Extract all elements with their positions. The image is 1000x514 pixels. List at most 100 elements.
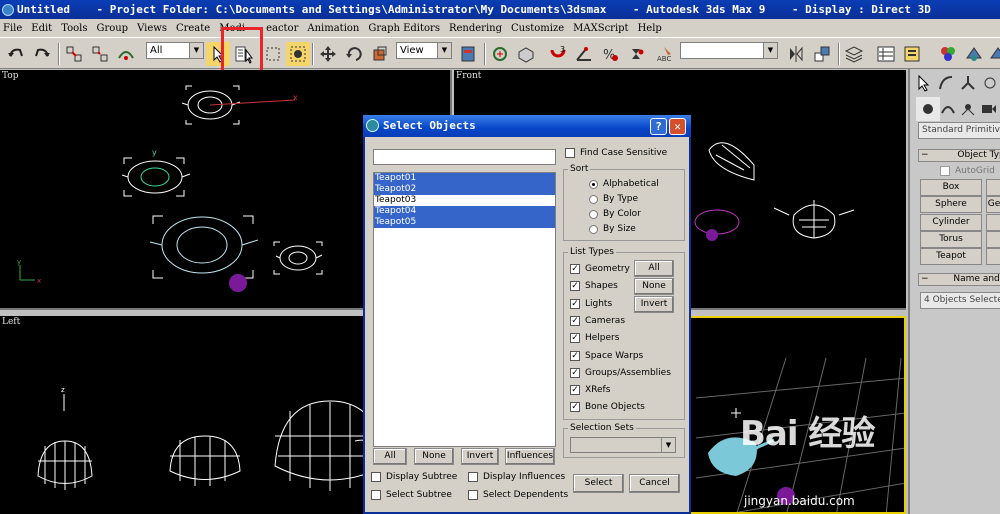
- selected-objects-field[interactable]: 4 Objects Selected: [920, 292, 1000, 309]
- plane-button[interactable]: [986, 248, 1000, 265]
- menu-graph-editors[interactable]: Graph Editors: [365, 23, 446, 34]
- window-crossing-icon[interactable]: [286, 42, 310, 66]
- list-item[interactable]: Teapot03: [374, 195, 555, 206]
- cameras-category-icon[interactable]: [976, 97, 1000, 121]
- geometry-checkbox[interactable]: ✓ Geometry: [570, 264, 630, 274]
- menu-reactor[interactable]: eactor: [263, 23, 304, 34]
- tube-button[interactable]: [986, 214, 1000, 231]
- sort-by-type-radio[interactable]: By Type: [589, 194, 638, 204]
- list-item[interactable]: Teapot01: [374, 173, 555, 184]
- list-item[interactable]: Teapot05: [374, 217, 555, 228]
- menu-maxscript[interactable]: MAXScript: [570, 23, 634, 34]
- create-tab-icon[interactable]: [912, 71, 936, 95]
- menu-help[interactable]: Help: [635, 23, 668, 34]
- menu-create[interactable]: Create: [173, 23, 216, 34]
- list-types-all-button[interactable]: All: [634, 260, 674, 277]
- select-influences-button[interactable]: Influences: [505, 448, 555, 465]
- hierarchy-tab-icon[interactable]: [956, 71, 980, 95]
- teapot-button[interactable]: Teapot: [920, 248, 982, 265]
- list-types-invert-button[interactable]: Invert: [634, 296, 674, 313]
- reference-coordinate-dropdown[interactable]: View ▼: [396, 42, 452, 59]
- lights-checkbox[interactable]: ✓ Lights: [570, 299, 612, 309]
- menu-file[interactable]: File: [0, 23, 28, 34]
- redo-icon[interactable]: [30, 42, 54, 66]
- help-button[interactable]: ?: [650, 118, 667, 135]
- bind-to-space-warp-icon[interactable]: [114, 42, 138, 66]
- schematic-view-icon[interactable]: [900, 42, 924, 66]
- display-influences-checkbox[interactable]: Display Influences: [468, 472, 565, 482]
- torus-button[interactable]: Torus: [920, 231, 982, 248]
- select-none-button[interactable]: None: [414, 448, 454, 465]
- select-dependents-checkbox[interactable]: Select Dependents: [468, 490, 568, 500]
- keyboard-shortcut-override-icon[interactable]: [514, 42, 538, 66]
- xrefs-checkbox[interactable]: ✓ XRefs: [570, 385, 610, 395]
- 3dsmax-app-icon[interactable]: [2, 3, 14, 16]
- use-pivot-center-icon[interactable]: [456, 42, 480, 66]
- list-types-none-button[interactable]: None: [634, 278, 674, 295]
- menu-tools[interactable]: Tools: [58, 23, 93, 34]
- cylinder-button[interactable]: Cylinder: [920, 214, 982, 231]
- find-case-sensitive-checkbox[interactable]: Find Case Sensitive: [565, 148, 667, 158]
- edit-named-selection-icon[interactable]: ABC: [654, 42, 678, 66]
- align-icon[interactable]: [810, 42, 834, 66]
- sort-by-size-radio[interactable]: By Size: [589, 224, 636, 234]
- object-list[interactable]: Teapot01 Teapot02 Teapot03 Teapot04 Teap…: [373, 172, 556, 447]
- select-subtree-checkbox[interactable]: Select Subtree: [371, 490, 452, 500]
- sort-by-color-radio[interactable]: By Color: [589, 209, 641, 219]
- select-and-link-icon[interactable]: [62, 42, 86, 66]
- bone-objects-checkbox[interactable]: ✓ Bone Objects: [570, 402, 645, 412]
- snaps-toggle-icon[interactable]: 3: [546, 42, 570, 66]
- select-invert-button[interactable]: Invert: [461, 448, 499, 465]
- shapes-checkbox[interactable]: ✓ Shapes: [570, 281, 618, 291]
- object-category-dropdown[interactable]: Standard Primitives: [918, 122, 1000, 139]
- quick-render-icon[interactable]: [986, 42, 1000, 66]
- undo-icon[interactable]: [4, 42, 28, 66]
- selection-filter-dropdown[interactable]: All ▼: [146, 42, 204, 59]
- pyramid-button[interactable]: [986, 231, 1000, 248]
- region-selection-icon[interactable]: [261, 42, 285, 66]
- display-subtree-checkbox[interactable]: Display Subtree: [371, 472, 457, 482]
- layer-manager-icon[interactable]: [842, 42, 866, 66]
- menu-views[interactable]: Views: [134, 23, 173, 34]
- percent-snap-icon[interactable]: %: [598, 42, 622, 66]
- menu-animation[interactable]: Animation: [304, 23, 365, 34]
- modify-tab-icon[interactable]: [934, 71, 958, 95]
- unlink-selection-icon[interactable]: [88, 42, 112, 66]
- render-scene-icon[interactable]: [962, 42, 986, 66]
- sort-alphabetical-radio[interactable]: Alphabetical: [589, 179, 659, 189]
- motion-tab-icon[interactable]: [978, 71, 1000, 95]
- selection-sets-dropdown[interactable]: ▼: [570, 437, 676, 453]
- name-search-input[interactable]: [373, 149, 556, 165]
- spinner-snap-icon[interactable]: [624, 42, 648, 66]
- rollout-object-type[interactable]: − Object Typ: [918, 149, 1000, 162]
- menu-rendering[interactable]: Rendering: [446, 23, 508, 34]
- sphere-button[interactable]: Sphere: [920, 196, 982, 213]
- list-item[interactable]: Teapot04: [374, 206, 555, 217]
- box-button[interactable]: Box: [920, 179, 982, 196]
- helpers-checkbox[interactable]: ✓ Helpers: [570, 333, 619, 343]
- geosphere-button[interactable]: Ge: [986, 196, 1000, 213]
- angle-snap-icon[interactable]: [572, 42, 596, 66]
- select-button[interactable]: Select: [573, 474, 624, 493]
- select-and-manipulate-icon[interactable]: [488, 42, 512, 66]
- cone-button[interactable]: [986, 179, 1000, 196]
- space-warps-checkbox[interactable]: ✓ Space Warps: [570, 351, 643, 361]
- curve-editor-icon[interactable]: [874, 42, 898, 66]
- list-item[interactable]: Teapot02: [374, 184, 555, 195]
- menu-customize[interactable]: Customize: [508, 23, 570, 34]
- rollout-name-and-color[interactable]: − Name and C: [918, 273, 1000, 286]
- mirror-icon[interactable]: [784, 42, 808, 66]
- autogrid-checkbox[interactable]: AutoGrid: [940, 166, 995, 176]
- close-button[interactable]: ✕: [669, 118, 686, 135]
- groups-assemblies-checkbox[interactable]: ✓ Groups/Assemblies: [570, 368, 671, 378]
- material-editor-icon[interactable]: [936, 42, 960, 66]
- menu-group[interactable]: Group: [93, 23, 134, 34]
- select-and-move-icon[interactable]: [316, 42, 340, 66]
- named-selection-sets-dropdown[interactable]: ▼: [680, 42, 778, 59]
- cancel-button[interactable]: Cancel: [629, 474, 680, 493]
- select-and-scale-icon[interactable]: [368, 42, 392, 66]
- menu-edit[interactable]: Edit: [28, 23, 58, 34]
- select-all-button[interactable]: All: [373, 448, 407, 465]
- select-and-rotate-icon[interactable]: [342, 42, 366, 66]
- cameras-checkbox[interactable]: ✓ Cameras: [570, 316, 625, 326]
